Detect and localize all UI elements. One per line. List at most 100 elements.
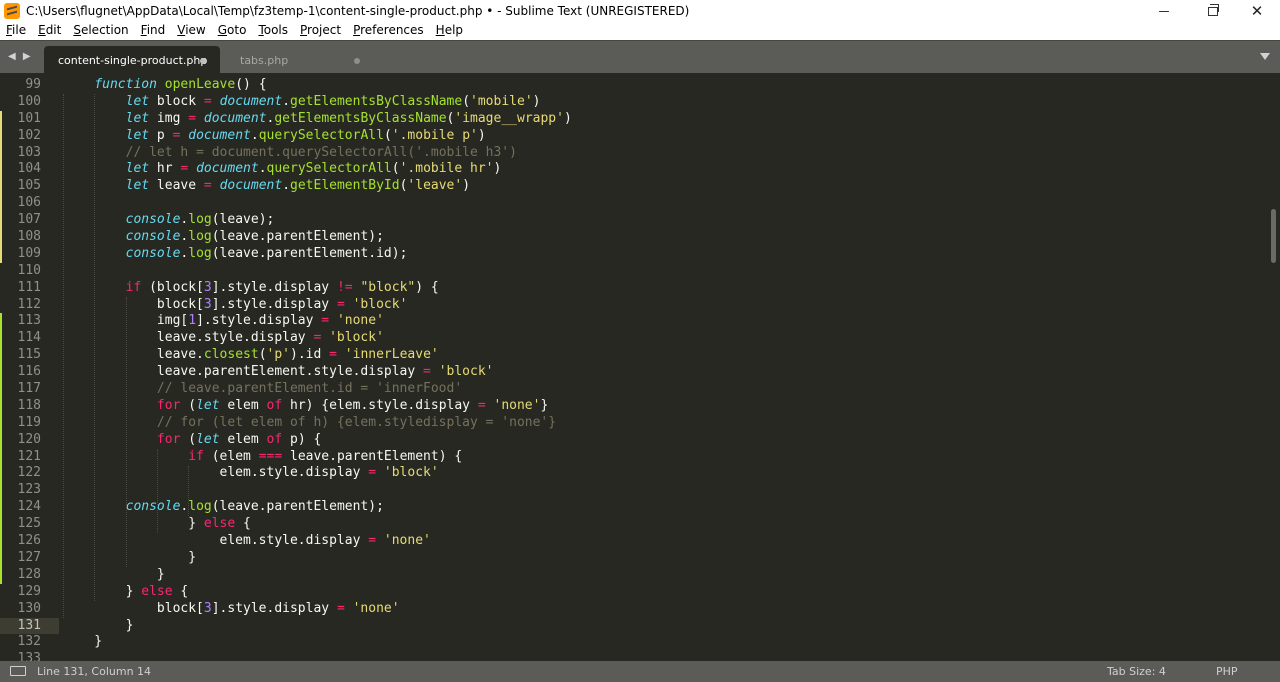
minimize-button[interactable] bbox=[1141, 0, 1187, 22]
unsaved-dot-icon[interactable] bbox=[354, 58, 360, 64]
line-number[interactable]: 101 bbox=[0, 111, 41, 128]
code-line[interactable]: 115 leave.closest('p').id = 'innerLeave' bbox=[0, 347, 1268, 365]
code-area[interactable]: 99 function openLeave() {100 let block =… bbox=[0, 77, 1268, 661]
line-number[interactable]: 110 bbox=[0, 263, 41, 280]
menu-selection[interactable]: Selection bbox=[67, 22, 134, 40]
scrollbar-thumb[interactable] bbox=[1271, 209, 1276, 263]
code-line[interactable]: 133 bbox=[0, 651, 1268, 661]
line-number[interactable]: 104 bbox=[0, 161, 41, 178]
line-number[interactable]: 120 bbox=[0, 432, 41, 449]
maximize-button[interactable] bbox=[1190, 0, 1236, 22]
line-number[interactable]: 111 bbox=[0, 280, 41, 297]
code-line[interactable]: 131 } bbox=[0, 617, 133, 635]
menu-goto[interactable]: Goto bbox=[212, 22, 253, 40]
line-number[interactable]: 126 bbox=[0, 533, 41, 550]
line-number[interactable]: 117 bbox=[0, 381, 41, 398]
line-number[interactable]: 130 bbox=[0, 601, 41, 618]
line-text: console.log(leave.parentElement); bbox=[63, 229, 384, 246]
code-line[interactable]: 108 console.log(leave.parentElement); bbox=[0, 229, 1268, 246]
tab-list-dropdown-icon[interactable] bbox=[1260, 53, 1270, 60]
line-number[interactable]: 124 bbox=[0, 499, 41, 516]
line-number[interactable]: 115 bbox=[0, 347, 41, 364]
line-number[interactable]: 107 bbox=[0, 212, 41, 229]
line-number[interactable]: 122 bbox=[0, 465, 41, 482]
line-number[interactable]: 103 bbox=[0, 145, 41, 162]
menu-help[interactable]: Help bbox=[430, 22, 469, 40]
code-token: console bbox=[125, 229, 181, 245]
line-number[interactable]: 102 bbox=[0, 128, 41, 145]
code-line[interactable]: 102 let p = document.querySelectorAll('.… bbox=[0, 127, 1268, 145]
line-number[interactable]: 123 bbox=[0, 482, 41, 499]
console-toggle-icon[interactable] bbox=[10, 666, 26, 676]
code-line[interactable]: 104 let hr = document.querySelectorAll('… bbox=[0, 161, 1268, 179]
syntax-selector[interactable]: PHP bbox=[1216, 665, 1238, 678]
menu-file[interactable]: File bbox=[0, 22, 32, 40]
code-line[interactable]: 111 if (block[3].style.display != "block… bbox=[0, 280, 1268, 297]
menu-project[interactable]: Project bbox=[294, 22, 347, 40]
line-number[interactable]: 132 bbox=[0, 634, 41, 651]
code-line[interactable]: 126 elem.style.display = 'none' bbox=[0, 533, 1268, 550]
code-line[interactable]: 99 function openLeave() { bbox=[0, 77, 1268, 94]
line-number[interactable]: 109 bbox=[0, 246, 41, 263]
code-line[interactable]: 132 } bbox=[0, 634, 1268, 651]
code-line[interactable]: 105 let leave = document.getElementById(… bbox=[0, 178, 1268, 196]
close-button[interactable]: ✕ bbox=[1234, 0, 1280, 22]
line-number[interactable]: 133 bbox=[0, 651, 41, 661]
line-number[interactable]: 113 bbox=[0, 313, 41, 330]
code-line[interactable]: 107 console.log(leave); bbox=[0, 212, 1268, 230]
code-editor[interactable]: 99 function openLeave() {100 let block =… bbox=[0, 73, 1280, 661]
line-number[interactable]: 105 bbox=[0, 178, 41, 195]
code-line[interactable]: 109 console.log(leave.parentElement.id); bbox=[0, 245, 1268, 263]
line-number[interactable]: 129 bbox=[0, 584, 41, 601]
code-line[interactable]: 113 img[1].style.display = 'none' bbox=[0, 313, 1268, 331]
code-line[interactable]: 118 for (let elem of hr) {elem.style.dis… bbox=[0, 397, 1268, 415]
unsaved-dot-icon[interactable] bbox=[200, 58, 206, 64]
line-number[interactable]: 99 bbox=[0, 77, 41, 94]
code-line[interactable]: 103 // let h = document.querySelectorAll… bbox=[0, 144, 1268, 162]
menu-find[interactable]: Find bbox=[135, 22, 172, 40]
code-line[interactable]: 119 // for (let elem of h) {elem.styledi… bbox=[0, 414, 1268, 432]
code-line[interactable]: 123 bbox=[0, 482, 1268, 500]
code-line[interactable]: 112 block[3].style.display = 'block' bbox=[0, 297, 1268, 314]
code-line[interactable]: 121 if (elem === leave.parentElement) { bbox=[0, 448, 1268, 466]
code-line[interactable]: 116 leave.parentElement.style.display = … bbox=[0, 364, 1268, 382]
code-line[interactable]: 125 } else { bbox=[0, 516, 1268, 534]
line-number[interactable]: 128 bbox=[0, 567, 41, 584]
line-number[interactable]: 106 bbox=[0, 195, 41, 212]
code-line[interactable]: 101 let img = document.getElementsByClas… bbox=[0, 110, 1268, 128]
line-number[interactable]: 131 bbox=[0, 618, 41, 635]
tab-content-single-product[interactable]: content-single-product.php bbox=[44, 46, 220, 74]
tab-size-selector[interactable]: Tab Size: 4 bbox=[1107, 665, 1166, 678]
code-line[interactable]: 130 block[3].style.display = 'none' bbox=[0, 601, 1268, 618]
code-line[interactable]: 128 } bbox=[0, 566, 1268, 584]
line-number[interactable]: 121 bbox=[0, 449, 41, 466]
tab-scroll-arrows-icon[interactable]: ◀ ▶ bbox=[8, 51, 33, 62]
line-number[interactable]: 108 bbox=[0, 229, 41, 246]
menu-view[interactable]: View bbox=[171, 22, 211, 40]
code-line[interactable]: 122 elem.style.display = 'block' bbox=[0, 465, 1268, 483]
code-line[interactable]: 129 } else { bbox=[0, 584, 1268, 601]
menu-preferences[interactable]: Preferences bbox=[347, 22, 430, 40]
code-line[interactable]: 117 // leave.parentElement.id = 'innerFo… bbox=[0, 381, 1268, 398]
code-line[interactable]: 100 let block = document.getElementsByCl… bbox=[0, 94, 1268, 111]
code-line[interactable]: 124 console.log(leave.parentElement); bbox=[0, 499, 1268, 517]
line-number[interactable]: 119 bbox=[0, 415, 41, 432]
code-line[interactable]: 114 leave.style.display = 'block' bbox=[0, 330, 1268, 348]
code-line[interactable]: 120 for (let elem of p) { bbox=[0, 431, 1268, 449]
menu-edit[interactable]: Edit bbox=[32, 22, 67, 40]
line-number[interactable]: 127 bbox=[0, 550, 41, 567]
vertical-scrollbar[interactable] bbox=[1268, 73, 1280, 661]
line-number[interactable]: 100 bbox=[0, 94, 41, 111]
line-number[interactable]: 114 bbox=[0, 330, 41, 347]
line-number[interactable]: 118 bbox=[0, 398, 41, 415]
code-token: === bbox=[258, 448, 283, 464]
line-number[interactable]: 116 bbox=[0, 364, 41, 381]
code-line[interactable]: 127 } bbox=[0, 549, 1268, 567]
line-number[interactable]: 125 bbox=[0, 516, 41, 533]
line-number[interactable]: 112 bbox=[0, 297, 41, 314]
code-line[interactable]: 106 bbox=[0, 195, 1268, 213]
menu-tools[interactable]: Tools bbox=[252, 22, 294, 40]
tab-tabs-php[interactable]: tabs.php bbox=[226, 46, 376, 74]
code-line[interactable]: 110 bbox=[0, 263, 1268, 280]
